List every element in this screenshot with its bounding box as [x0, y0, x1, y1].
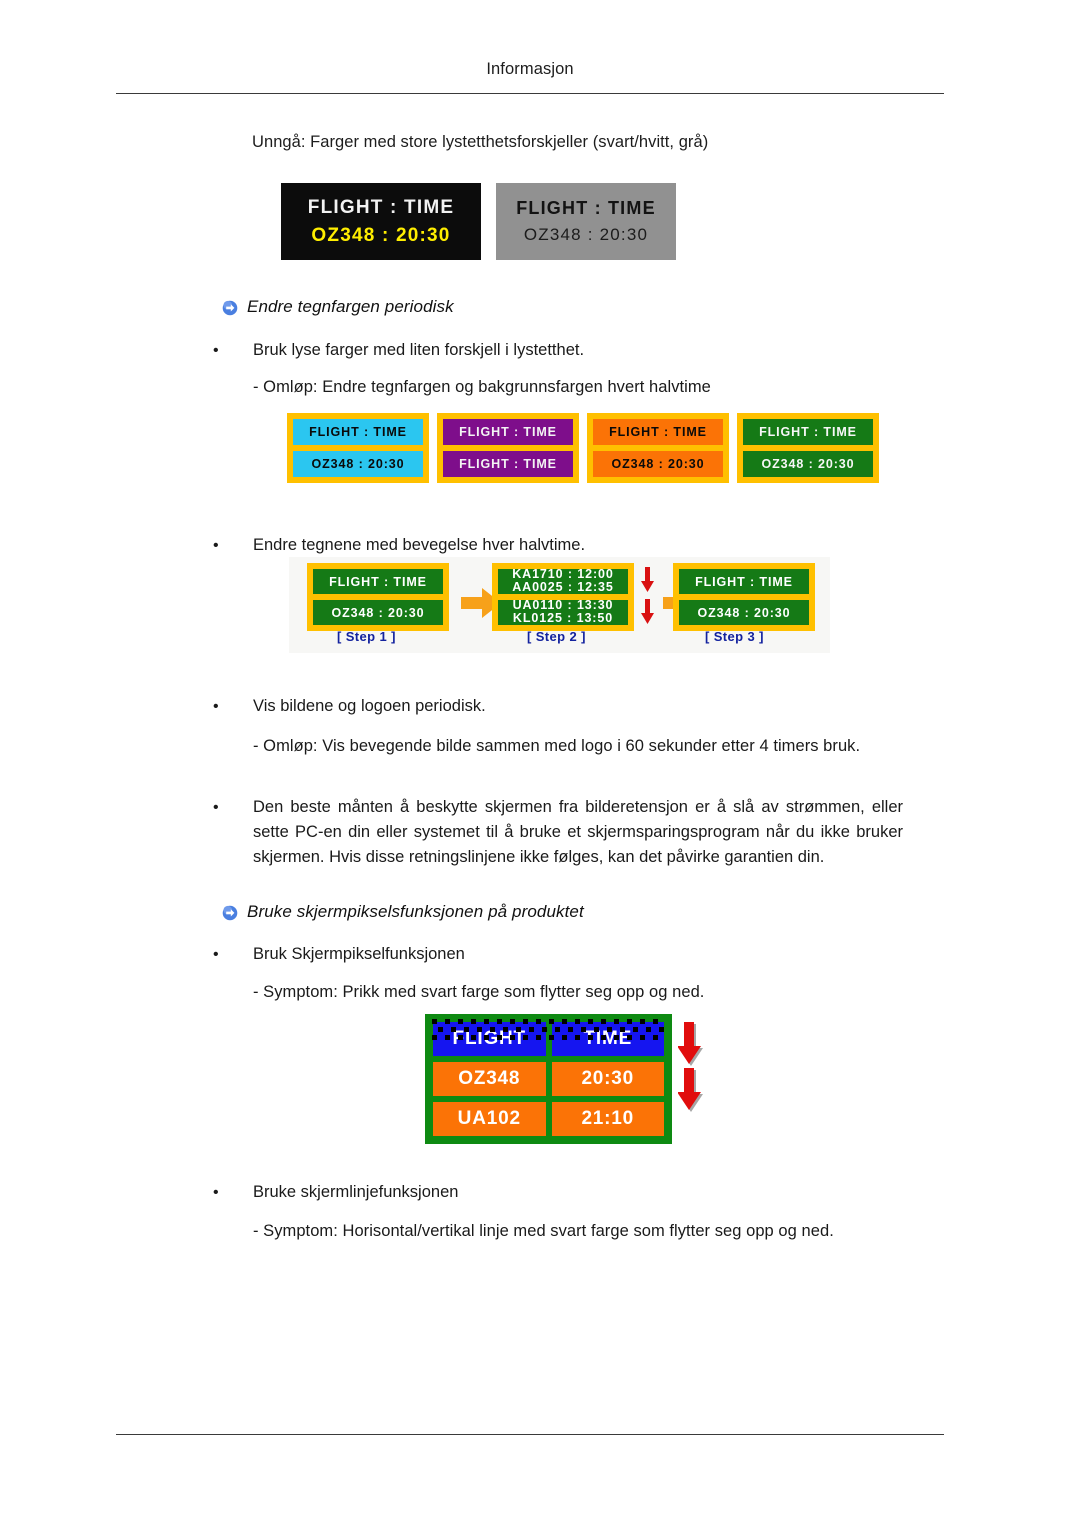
bullet-bruk-lyse-farger: • Bruk lyse farger med liten forskjell i… [213, 338, 913, 363]
bullet-beste-manten: • Den beste månten å beskytte skjermen f… [213, 795, 903, 870]
bullet-marker: • [213, 698, 219, 715]
step2-label: [ Step 2 ] [527, 629, 586, 644]
step2-cell-scrolling-bottom: UA0110 : 13:30 KL0125 : 13:50 [498, 600, 628, 625]
intro-text: Unngå: Farger med store lystetthetsforsk… [252, 133, 709, 151]
swatch-cell-data: OZ348 : 20:30 [293, 451, 423, 477]
step2-board: KA1710 : 12:00 AA0025 : 12:35 UA0110 : 1… [492, 563, 634, 631]
subnote-omlop-tegnfargen: - Omløp: Endre tegnfargen og bakgrunnsfa… [253, 378, 711, 396]
swatch-cell-data: FLIGHT : TIME [443, 451, 573, 477]
bullet-label: Bruk lyse farger med liten forskjell i l… [253, 341, 585, 359]
bullet-marker: • [213, 342, 219, 359]
swatch-cell-header: FLIGHT : TIME [593, 419, 723, 445]
figure-dark-board: FLIGHT : TIME OZ348 : 20:30 [281, 183, 481, 260]
step1-label: [ Step 1 ] [337, 629, 396, 644]
section-title-text: Bruke skjermpikselsfunksjonen på produkt… [247, 902, 584, 921]
step3-cell-data: OZ348 : 20:30 [679, 600, 809, 625]
bullet-marker: • [213, 1184, 219, 1201]
big-cell-flight-2: UA102 [433, 1102, 546, 1136]
big-board-header-row: FLIGHT TIME [433, 1022, 664, 1056]
figure-color-swatches: FLIGHT : TIME OZ348 : 20:30 FLIGHT : TIM… [287, 413, 879, 483]
swatch-cell-header: FLIGHT : TIME [293, 419, 423, 445]
step2-cell-scrolling-top: KA1710 : 12:00 AA0025 : 12:35 [498, 569, 628, 594]
blue-arrow-icon [222, 300, 238, 316]
header-divider [116, 93, 944, 94]
swatch-green: FLIGHT : TIME OZ348 : 20:30 [737, 413, 879, 483]
bullet-label: Vis bildene og logoen periodisk. [253, 697, 486, 715]
bullet-marker: • [213, 799, 219, 816]
board-line-data: OZ348 : 20:30 [523, 225, 649, 244]
big-cell-time-header: TIME [551, 1022, 664, 1056]
bullet-vis-bildene: • Vis bildene og logoen periodisk. [213, 694, 913, 719]
swatch-purple: FLIGHT : TIME FLIGHT : TIME [437, 413, 579, 483]
step3-cell-header: FLIGHT : TIME [679, 569, 809, 594]
figure-step-sequence: FLIGHT : TIME OZ348 : 20:30 [ Step 1 ] K… [289, 557, 830, 653]
big-board-row-1: OZ348 20:30 [433, 1062, 664, 1096]
board-line-header: FLIGHT : TIME [516, 198, 656, 218]
section-title-text: Endre tegnfargen periodisk [247, 297, 454, 316]
page-header-title: Informasjon [486, 60, 574, 78]
big-board-row-2: UA102 21:10 [433, 1102, 664, 1136]
flight-board-gray: FLIGHT : TIME OZ348 : 20:30 [496, 183, 676, 260]
big-cell-time-1: 20:30 [551, 1062, 664, 1096]
red-down-arrow-icon-1 [641, 567, 654, 593]
bullet-bruke-skjermlinjefunksjonen: • Bruke skjermlinjefunksjonen [213, 1180, 913, 1205]
bullet-label: Bruk Skjermpikselfunksjonen [253, 945, 465, 963]
subnote-symptom-prikk: - Symptom: Prikk med svart farge som fly… [253, 983, 705, 1001]
big-red-down-arrows [677, 1018, 704, 1118]
swatch-cell-header: FLIGHT : TIME [443, 419, 573, 445]
step2-scroll-line-b: AA0025 : 12:35 [512, 580, 614, 594]
section-heading-bruke-skjermpiksels: Bruke skjermpikselsfunksjonen på produkt… [222, 902, 584, 922]
big-cell-time-2: 21:10 [551, 1102, 664, 1136]
figure-gray-board: FLIGHT : TIME OZ348 : 20:30 [496, 183, 676, 260]
board-line-header: FLIGHT : TIME [307, 196, 455, 218]
swatch-cyan: FLIGHT : TIME OZ348 : 20:30 [287, 413, 429, 483]
section-heading-endre-tegnfargen: Endre tegnfargen periodisk [222, 297, 454, 317]
bullet-endre-tegnene: • Endre tegnene med bevegelse hver halvt… [213, 533, 913, 558]
red-down-arrow-icon-2 [641, 599, 654, 625]
bullet-marker: • [213, 946, 219, 963]
bullet-label: Den beste månten å beskytte skjermen fra… [253, 798, 903, 866]
blue-arrow-icon [222, 905, 238, 921]
subnote-omlop-bevegende-bilde: - Omløp: Vis bevegende bilde sammen med … [253, 737, 861, 755]
big-flight-board: FLIGHT TIME OZ348 20:30 UA102 21:10 [425, 1014, 703, 1144]
swatch-cell-data: OZ348 : 20:30 [743, 451, 873, 477]
flight-board-dark: FLIGHT : TIME OZ348 : 20:30 [281, 183, 481, 260]
footer-divider [116, 1434, 944, 1435]
bullet-marker: • [213, 537, 219, 554]
swatch-cell-header: FLIGHT : TIME [743, 419, 873, 445]
swatch-orange: FLIGHT : TIME OZ348 : 20:30 [587, 413, 729, 483]
step1-board: FLIGHT : TIME OZ348 : 20:30 [307, 563, 449, 631]
step2-scroll-line-d: KL0125 : 13:50 [512, 611, 614, 625]
figure-screen-pixel-demo: FLIGHT TIME OZ348 20:30 UA102 21:10 [425, 1014, 703, 1144]
board-line-data: OZ348 : 20:30 [311, 224, 451, 246]
big-cell-flight-1: OZ348 [433, 1062, 546, 1096]
step3-board: FLIGHT : TIME OZ348 : 20:30 [673, 563, 815, 631]
step1-cell-header: FLIGHT : TIME [313, 569, 443, 594]
bullet-label: Bruke skjermlinjefunksjonen [253, 1183, 459, 1201]
bullet-label: Endre tegnene med bevegelse hver halvtim… [253, 536, 586, 554]
swatch-cell-data: OZ348 : 20:30 [593, 451, 723, 477]
step3-label: [ Step 3 ] [705, 629, 764, 644]
subnote-symptom-horisontal: - Symptom: Horisontal/vertikal linje med… [253, 1222, 834, 1240]
bullet-bruk-skjermpikselfunksjonen: • Bruk Skjermpikselfunksjonen [213, 942, 913, 967]
big-cell-flight-header: FLIGHT [433, 1022, 546, 1056]
step1-cell-data: OZ348 : 20:30 [313, 600, 443, 625]
